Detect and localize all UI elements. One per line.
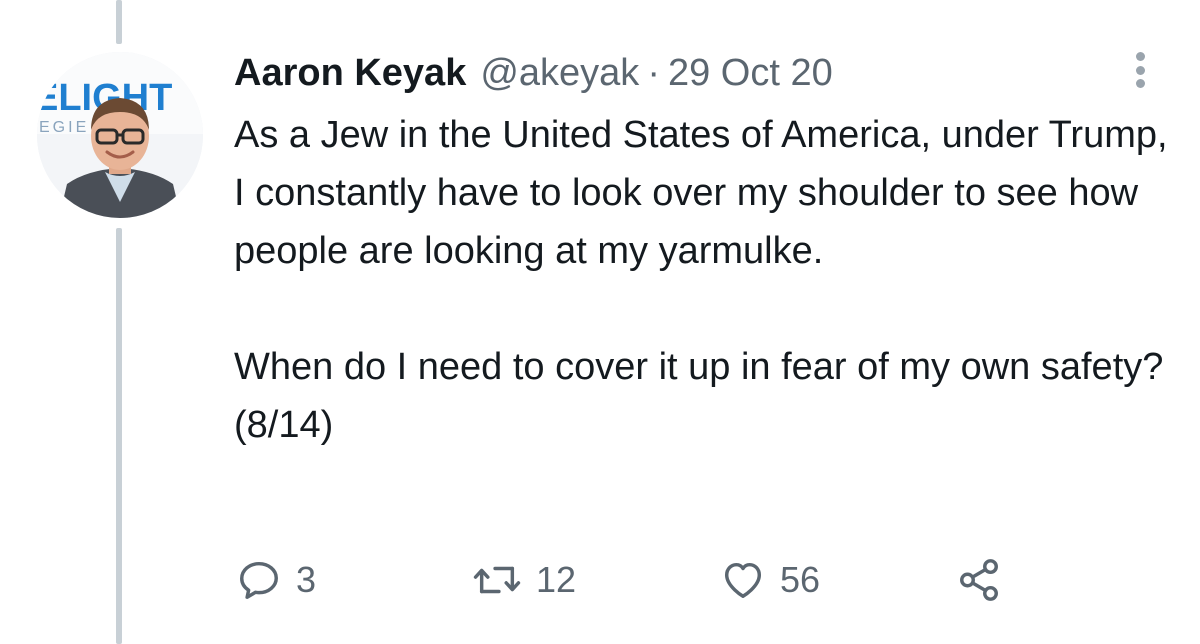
avatar-banner-subtext: EGIE [39,119,89,136]
reply-icon [240,561,278,599]
heart-icon [724,562,762,599]
display-name[interactable]: Aaron Keyak [234,48,466,98]
avatar[interactable]: ELIGHT EGIE [37,52,203,218]
tweet[interactable]: ELIGHT EGIE Aaron Keyak @akeyak · 29 Oct… [0,0,1200,644]
reply-count: 3 [296,559,317,600]
user-handle[interactable]: @akeyak [480,48,639,98]
tweet-header: Aaron Keyak @akeyak · 29 Oct 20 [234,48,833,98]
more-options-button[interactable] [1124,50,1156,90]
header-separator: · [647,52,660,94]
thread-line-bottom [116,228,122,644]
avatar-photo: ELIGHT EGIE [37,52,203,218]
tweet-date[interactable]: 29 Oct 20 [668,48,833,98]
share-icon [960,559,998,601]
more-vertical-icon-dot [1135,65,1145,75]
tweet-paragraph: When do I need to cover it up in fear of… [234,346,1164,446]
more-vertical-icon [1135,52,1145,61]
action-bar: 3 12 56 [236,550,1136,610]
like-button[interactable]: 56 [720,550,820,610]
tweet-text: As a Jew in the United States of America… [234,106,1174,454]
more-vertical-icon-dot [1135,79,1145,88]
share-button[interactable] [956,550,1002,610]
retweet-button[interactable]: 12 [472,550,576,610]
reply-button[interactable]: 3 [236,550,316,610]
retweet-icon [473,566,521,594]
thread-line-top [116,0,122,44]
retweet-count: 12 [536,559,577,600]
tweet-paragraph: As a Jew in the United States of America… [234,114,1168,272]
like-count: 56 [780,559,821,600]
